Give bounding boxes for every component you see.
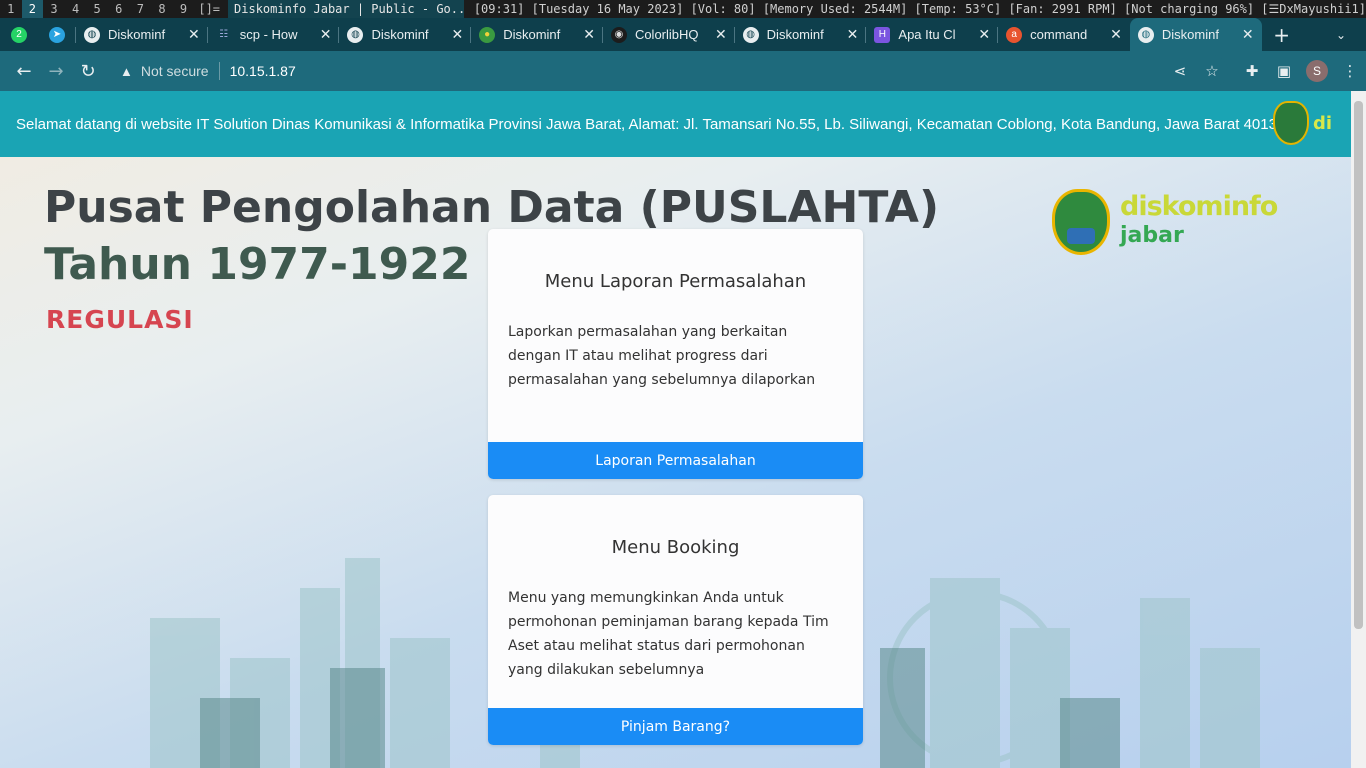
tab-label: Diskominf <box>108 27 166 42</box>
workspace-8[interactable]: 8 <box>151 0 173 18</box>
browser-toolbar: ← → ↻ ▲ Not secure 10.15.1.87 ⋖ ☆ ✚ ▣ S … <box>0 51 1366 91</box>
tab-label: Apa Itu Cl <box>898 27 956 42</box>
tab-label: Diskominf <box>503 27 561 42</box>
browser-tab-strip: 2 ➤ ◍ Diskominf ✕ ☷ scp - How ✕ ◍ Diskom… <box>0 18 1366 51</box>
workspace-4[interactable]: 4 <box>65 0 87 18</box>
pinned-tab-whatsapp[interactable]: 2 <box>0 18 38 51</box>
laporan-permasalahan-button[interactable]: Laporan Permasalahan <box>488 442 863 479</box>
close-icon[interactable]: ✕ <box>1110 26 1122 43</box>
menu-kebab-icon[interactable]: ⋮ <box>1334 62 1366 80</box>
close-icon[interactable]: ✕ <box>715 26 727 43</box>
diskominfo-logo: diskominfo jabar <box>1052 187 1292 257</box>
tab-3[interactable]: ◍ Diskominf ✕ <box>339 18 471 51</box>
telegram-icon: ➤ <box>49 26 65 43</box>
whatsapp-icon: 2 <box>11 26 27 43</box>
globe-icon: ◍ <box>1137 26 1154 43</box>
url-text[interactable]: 10.15.1.87 <box>230 63 296 79</box>
warning-icon[interactable]: ▲ <box>120 64 133 79</box>
card-laporan: Menu Laporan Permasalahan Laporkan perma… <box>488 229 863 479</box>
seal-icon: ● <box>479 26 496 43</box>
close-icon[interactable]: ✕ <box>847 26 859 43</box>
tab-1[interactable]: ◍ Diskominf ✕ <box>76 18 208 51</box>
scrollbar-thumb[interactable] <box>1354 101 1363 629</box>
page-viewport: Selamat datang di website IT Solution Di… <box>0 91 1351 768</box>
tab-6[interactable]: ◍ Diskominf ✕ <box>735 18 867 51</box>
tab-label: Diskominf <box>1161 27 1219 42</box>
close-icon[interactable]: ✕ <box>320 26 332 43</box>
avatar[interactable]: S <box>1306 60 1328 82</box>
globe-icon: ◍ <box>742 26 759 43</box>
workspace-9[interactable]: 9 <box>173 0 195 18</box>
tab-label: command <box>1030 27 1088 42</box>
layout-indicator: []= <box>198 2 221 16</box>
close-icon[interactable]: ✕ <box>188 26 200 43</box>
workspace-1[interactable]: 1 <box>0 0 22 18</box>
tab-8[interactable]: a command ✕ <box>998 18 1130 51</box>
ticker-logo: di <box>1273 101 1351 145</box>
reload-icon[interactable]: ↻ <box>72 55 104 87</box>
regulasi-link[interactable]: REGULASI <box>46 305 194 334</box>
back-icon[interactable]: ← <box>8 55 40 87</box>
forward-icon[interactable]: → <box>40 55 72 87</box>
tab-7[interactable]: H Apa Itu Cl ✕ <box>866 18 998 51</box>
security-label[interactable]: Not secure <box>141 63 209 79</box>
new-tab-button[interactable]: + <box>1262 23 1302 47</box>
share-icon[interactable]: ⋖ <box>1164 62 1196 80</box>
tab-label: scp - How <box>239 27 298 42</box>
tab-label: Diskominf <box>766 27 824 42</box>
close-icon[interactable]: ✕ <box>451 26 463 43</box>
tab-4[interactable]: ● Diskominf ✕ <box>471 18 603 51</box>
tab-label: Diskominf <box>371 27 429 42</box>
focused-window-title: Diskominfo Jabar | Public - Go... <box>228 0 464 18</box>
tab-badge: 2 <box>16 29 22 40</box>
close-icon[interactable]: ✕ <box>1242 26 1254 43</box>
tab-label: ColorlibHQ <box>634 27 699 42</box>
system-status-bar: 1 2 3 4 5 6 7 8 9 []= Diskominfo Jabar |… <box>0 0 1366 18</box>
address-divider <box>218 62 220 80</box>
toolbar-actions: ⋖ ☆ ✚ ▣ S ⋮ <box>1164 51 1366 91</box>
close-icon[interactable]: ✕ <box>583 26 595 43</box>
tab-search-icon[interactable]: ⌄ <box>1336 18 1346 51</box>
card-description: Menu yang memungkinkan Anda untuk permoh… <box>508 590 829 678</box>
globe-icon: ◍ <box>347 26 364 43</box>
workspace-6[interactable]: 6 <box>108 0 130 18</box>
west-java-seal-icon <box>1052 189 1110 255</box>
tab-2[interactable]: ☷ scp - How ✕ <box>208 18 340 51</box>
workspace-7[interactable]: 7 <box>130 0 152 18</box>
extensions-icon[interactable]: ✚ <box>1236 62 1268 80</box>
workspace-2[interactable]: 2 <box>21 0 44 18</box>
marquee-banner: Selamat datang di website IT Solution Di… <box>0 91 1351 157</box>
ask-icon: a <box>1006 26 1023 43</box>
pinjam-barang-button[interactable]: Pinjam Barang? <box>488 708 863 745</box>
workspace-5[interactable]: 5 <box>86 0 108 18</box>
workspace-3[interactable]: 3 <box>43 0 65 18</box>
logo-text-top: diskominfo <box>1120 191 1278 222</box>
card-title: Menu Laporan Permasalahan <box>544 271 807 292</box>
github-icon: ◉ <box>610 26 627 43</box>
page-subtitle: Tahun 1977-1922 <box>44 239 471 290</box>
logo-text-bottom: jabar <box>1120 223 1184 248</box>
ticker-brand-text: di <box>1313 112 1333 134</box>
pinned-tab-telegram[interactable]: ➤ <box>38 18 76 51</box>
card-booking: Menu Booking Menu yang memungkinkan Anda… <box>488 495 863 745</box>
address-bar[interactable]: ▲ Not secure 10.15.1.87 <box>108 55 1228 87</box>
card-title: Menu Booking <box>611 537 740 558</box>
side-panel-icon[interactable]: ▣ <box>1268 62 1300 80</box>
page-scrollbar[interactable] <box>1351 91 1366 768</box>
close-icon[interactable]: ✕ <box>978 26 990 43</box>
tab-active[interactable]: ◍ Diskominf ✕ <box>1129 18 1262 51</box>
stack-icon: ☷ <box>219 29 229 40</box>
h-icon: H <box>874 26 891 43</box>
system-status-text: [09:31] [Tuesday 16 May 2023] [Vol: 80] … <box>473 2 1366 16</box>
bookmark-star-icon[interactable]: ☆ <box>1196 62 1228 80</box>
marquee-text: Selamat datang di website IT Solution Di… <box>16 115 1286 133</box>
globe-icon: ◍ <box>84 26 100 43</box>
tab-5[interactable]: ◉ ColorlibHQ ✕ <box>603 18 735 51</box>
card-description: Laporkan permasalahan yang berkaitan den… <box>508 324 816 388</box>
provincial-seal-icon <box>1273 101 1309 145</box>
